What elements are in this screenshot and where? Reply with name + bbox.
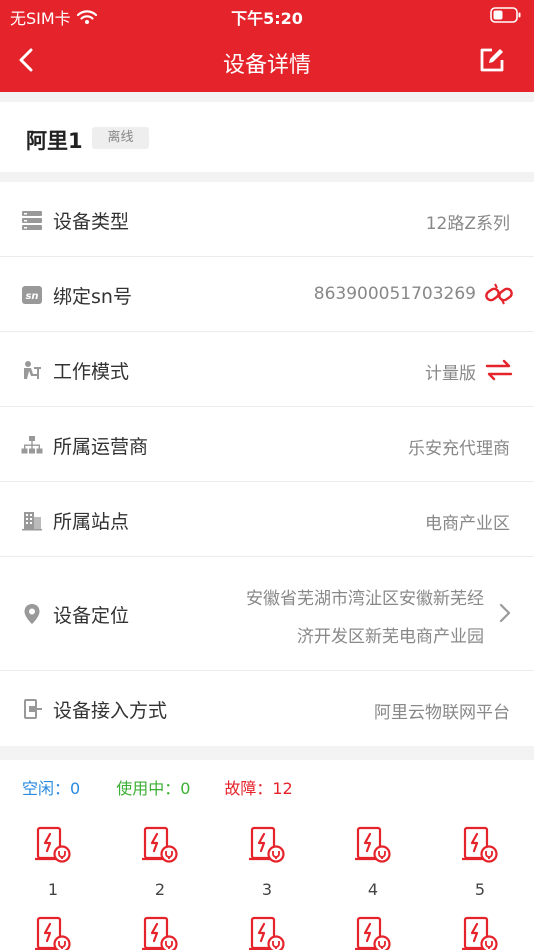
port-status-panel: 空闲：0 使用中：0 故障：12 1 2 3 4 5	[0, 760, 534, 950]
stat-fault: 故障：12	[224, 779, 293, 798]
sn-icon: sn	[22, 286, 42, 304]
page-title: 设备详情	[222, 53, 311, 78]
info-value-device-type: 12路Z系列	[425, 214, 510, 234]
info-row-device-type: 设备类型 12路Z系列	[0, 182, 534, 257]
port-item[interactable]	[23, 916, 83, 950]
charging-port-icon	[142, 916, 178, 950]
port-number: 4	[367, 880, 379, 899]
port-number: 1	[47, 880, 59, 899]
port-item[interactable]: 5	[450, 826, 510, 899]
info-row-work-mode[interactable]: 工作模式 计量版	[0, 332, 534, 407]
charging-port-icon	[462, 826, 498, 863]
info-row-access: 设备接入方式 阿里云物联网平台	[0, 671, 534, 746]
info-value-station: 电商产业区	[425, 514, 510, 534]
charging-port-icon	[249, 916, 285, 950]
device-name: 阿里1	[26, 129, 83, 153]
battery-icon	[490, 7, 522, 27]
svg-text:sn: sn	[25, 291, 38, 302]
port-item[interactable]: 1	[23, 826, 83, 899]
charging-port-icon	[249, 826, 285, 863]
info-value-location-line1: 安徽省芜湖市湾沚区安徽新芜经	[246, 589, 484, 609]
chevron-right-icon[interactable]	[498, 602, 512, 624]
info-label-operator: 所属运营商	[53, 436, 149, 458]
access-icon	[24, 699, 42, 719]
org-tree-icon	[21, 436, 43, 454]
port-item[interactable]	[130, 916, 190, 950]
info-label-location: 设备定位	[53, 605, 130, 627]
info-label-access: 设备接入方式	[53, 700, 168, 722]
info-value-access: 阿里云物联网平台	[374, 703, 510, 723]
switch-arrows-icon[interactable]	[484, 358, 514, 382]
device-summary-card: 阿里1 离线	[0, 102, 534, 172]
status-badge: 离线	[92, 127, 149, 149]
info-label-station: 所属站点	[53, 511, 130, 533]
info-value-operator: 乐安充代理商	[408, 439, 510, 459]
port-item[interactable]: 3	[237, 826, 297, 899]
stat-idle: 空闲：0	[22, 779, 81, 798]
info-row-station: 所属站点 电商产业区	[0, 482, 534, 557]
status-time: 下午5:20	[231, 9, 303, 28]
info-row-operator: 所属运营商 乐安充代理商	[0, 407, 534, 482]
port-item[interactable]	[450, 916, 510, 950]
edit-icon[interactable]	[478, 46, 506, 74]
port-number: 3	[261, 880, 273, 899]
info-row-location[interactable]: 设备定位 安徽省芜湖市湾沚区安徽新芜经 济开发区新芜电商产业园	[0, 557, 534, 671]
port-stats: 空闲：0 使用中：0 故障：12	[22, 775, 293, 799]
info-value-location-line2: 济开发区新芜电商产业园	[297, 627, 484, 647]
port-number: 5	[474, 880, 486, 899]
info-label-device-type: 设备类型	[53, 211, 130, 233]
charging-port-icon	[462, 916, 498, 950]
info-label-work-mode: 工作模式	[53, 361, 130, 383]
unbind-link-icon[interactable]	[484, 282, 514, 306]
device-info-list: 设备类型 12路Z系列 sn 绑定sn号 863900051703269 工作模…	[0, 182, 534, 746]
port-item[interactable]	[343, 916, 403, 950]
charging-port-icon	[142, 826, 178, 863]
port-number: 2	[154, 880, 166, 899]
worker-icon	[24, 361, 41, 379]
port-item[interactable]	[237, 916, 297, 950]
location-pin-icon	[24, 604, 40, 624]
charging-port-icon	[355, 826, 391, 863]
info-label-sn: 绑定sn号	[53, 286, 132, 308]
port-item[interactable]: 4	[343, 826, 403, 899]
stat-in-use: 使用中：0	[116, 779, 191, 798]
app-header: 无SIM卡 下午5:20 设备详情	[0, 0, 534, 92]
charging-port-icon	[35, 916, 71, 950]
info-value-work-mode: 计量版	[425, 364, 476, 384]
charging-port-icon	[355, 916, 391, 950]
building-icon	[22, 512, 42, 531]
nav-bar: 设备详情	[0, 30, 534, 92]
port-item[interactable]: 2	[130, 826, 190, 899]
status-bar: 无SIM卡 下午5:20	[0, 0, 534, 30]
info-value-sn: 863900051703269	[313, 284, 476, 304]
charging-port-icon	[35, 826, 71, 863]
server-icon	[22, 211, 42, 230]
info-row-sn: sn 绑定sn号 863900051703269	[0, 257, 534, 332]
